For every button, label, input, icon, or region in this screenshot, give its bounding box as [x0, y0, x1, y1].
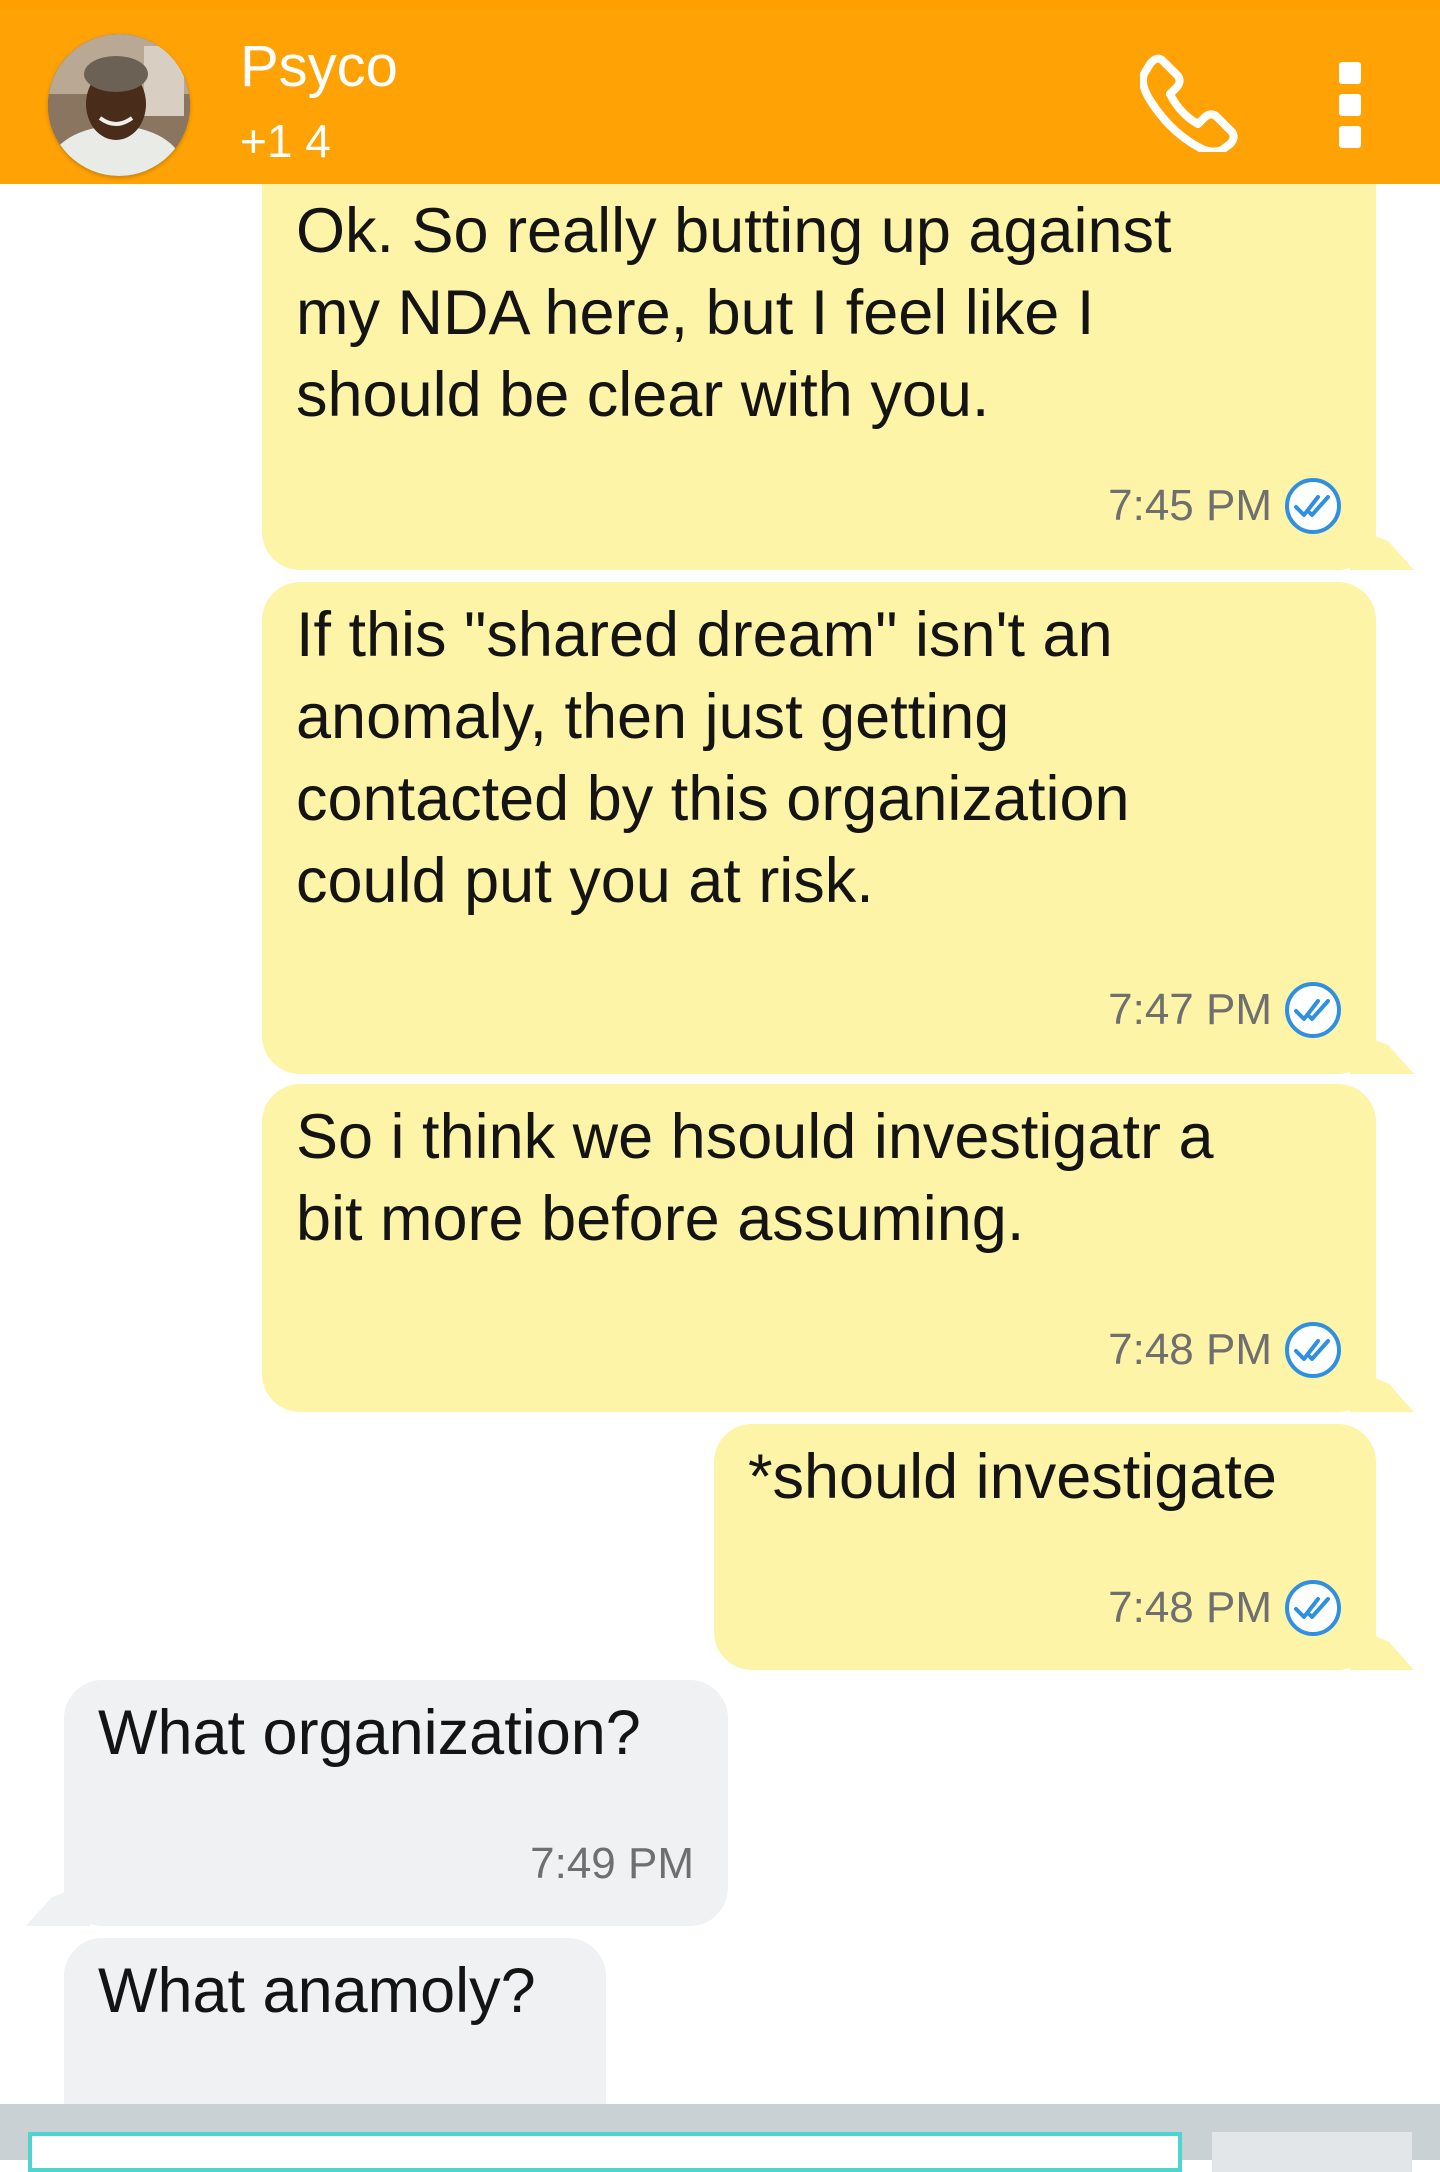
contact-name: Psyco [240, 34, 398, 99]
message-timestamp: 7:47 PM [1108, 985, 1272, 1034]
call-button[interactable] [1138, 52, 1240, 156]
double-check-icon [1285, 1580, 1341, 1636]
message-text: Ok. So really butting up against my NDA … [296, 196, 1172, 430]
double-check-icon [1285, 1322, 1341, 1378]
outgoing-message-bubble[interactable]: Ok. So really butting up against my NDA … [262, 184, 1376, 570]
message-text: If this "shared dream" isn't an anomaly,… [296, 600, 1130, 916]
contact-avatar[interactable] [48, 34, 190, 176]
message-meta: 7:49 PM [530, 1834, 694, 1894]
send-button[interactable] [1212, 2132, 1412, 2172]
message-text: *should investigate [748, 1442, 1277, 1512]
message-text: What anamoly? [98, 1956, 536, 2026]
message-timestamp: 7:45 PM [1108, 481, 1272, 530]
message-text: What organization? [98, 1698, 641, 1768]
message-list[interactable]: Ok. So really butting up against my NDA … [0, 184, 1440, 2104]
more-options-button[interactable] [1320, 56, 1380, 156]
message-meta: 7:47 PM [1108, 980, 1342, 1040]
message-input[interactable] [28, 2132, 1182, 2172]
phone-icon [1138, 54, 1238, 156]
double-check-icon [1285, 478, 1341, 534]
message-text: So i think we hsould investigatr a bit m… [296, 1102, 1214, 1254]
contact-number: +1 4 [240, 115, 331, 167]
outgoing-message-bubble[interactable]: *should investigate 7:48 PM [714, 1424, 1376, 1670]
message-timestamp: 7:49 PM [530, 1839, 694, 1888]
compose-bar [0, 2104, 1440, 2172]
message-meta: 7:48 PM [1108, 1320, 1342, 1380]
message-timestamp: 7:48 PM [1108, 1583, 1272, 1632]
outgoing-message-bubble[interactable]: So i think we hsould investigatr a bit m… [262, 1084, 1376, 1412]
incoming-message-bubble[interactable]: What organization? 7:49 PM [64, 1680, 728, 1926]
double-check-icon [1285, 982, 1341, 1038]
message-meta: 7:48 PM [1108, 1578, 1342, 1638]
outgoing-message-bubble[interactable]: If this "shared dream" isn't an anomaly,… [262, 582, 1376, 1074]
incoming-message-bubble[interactable]: What anamoly? [64, 1938, 606, 2104]
message-timestamp: 7:48 PM [1108, 1325, 1272, 1374]
conversation-header: Psyco +1 4 [0, 0, 1440, 184]
message-meta: 7:45 PM [1108, 476, 1342, 536]
